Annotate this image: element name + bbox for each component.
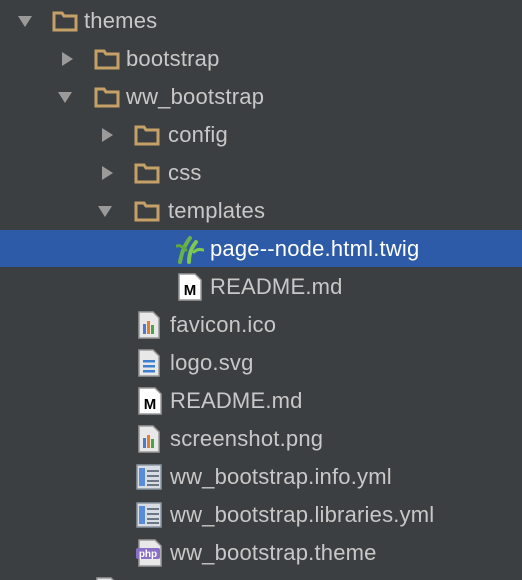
yml-file-icon [136, 502, 162, 528]
chevron-right-icon[interactable] [58, 50, 76, 68]
tree-item-label: bootstrap [126, 46, 220, 71]
yml-file-icon [136, 464, 162, 490]
folder-icon [52, 10, 78, 32]
markdown-file-icon: M [138, 387, 162, 415]
chevron-right-icon[interactable] [98, 126, 116, 144]
tree-item-info-yml[interactable]: ww_bootstrap.info.yml [0, 458, 522, 496]
tree-item-label: config [168, 122, 228, 147]
tree-item-label: ww_bootstrap.info.yml [170, 464, 392, 489]
folder-icon [94, 48, 120, 70]
markdown-file-icon: M [178, 273, 202, 301]
tree-item-label: screenshot.png [170, 426, 324, 451]
tree-item-label: README.md [210, 274, 343, 299]
tree-item-label: templates [168, 198, 266, 223]
text-file-icon [138, 349, 160, 377]
tree-item-label: logo.svg [170, 350, 254, 375]
chevron-right-icon[interactable] [98, 164, 116, 182]
tree-item-logo-svg[interactable]: logo.svg [0, 344, 522, 382]
tree-item-page-node-twig[interactable]: page--node.html.twig [0, 230, 522, 267]
tree-item-css[interactable]: css [0, 154, 522, 192]
project-tree: themes bootstrap ww_bootstrap config css… [0, 0, 522, 580]
svg-text:M: M [184, 282, 197, 299]
tree-item-theme[interactable]: php ww_bootstrap.theme [0, 534, 522, 572]
tree-item-templates[interactable]: templates [0, 192, 522, 230]
svg-text:php: php [139, 549, 157, 560]
tree-item-label: ww_bootstrap [126, 84, 265, 109]
svg-text:M: M [144, 396, 157, 413]
tree-item-favicon[interactable]: favicon.ico [0, 306, 522, 344]
chevron-down-icon[interactable] [56, 88, 74, 106]
chevron-down-icon[interactable] [96, 202, 114, 220]
chevron-down-icon[interactable] [16, 12, 34, 30]
tree-item-label: favicon.ico [170, 312, 277, 337]
tree-item-label: README.md [170, 388, 303, 413]
tree-item-libraries-yml[interactable]: ww_bootstrap.libraries.yml [0, 496, 522, 534]
folder-icon [94, 86, 120, 108]
tree-item-screenshot[interactable]: screenshot.png [0, 420, 522, 458]
tree-item-label: css [168, 160, 202, 185]
tree-item-bootstrap[interactable]: bootstrap [0, 40, 522, 78]
twig-file-icon [176, 234, 204, 264]
tree-item-readme[interactable]: M README.md [0, 382, 522, 420]
folder-icon [134, 162, 160, 184]
tree-item-config[interactable]: config [0, 116, 522, 154]
tree-item-label: page--node.html.twig [210, 235, 420, 261]
tree-item-partial [96, 572, 118, 580]
tree-item-readme-templates[interactable]: M README.md [0, 268, 522, 306]
tree-item-label: ww_bootstrap.theme [170, 540, 377, 565]
tree-item-themes[interactable]: themes [0, 2, 522, 40]
tree-item-ww-bootstrap[interactable]: ww_bootstrap [0, 78, 522, 116]
folder-icon [134, 124, 160, 146]
image-file-icon [138, 311, 160, 339]
folder-icon [134, 200, 160, 222]
tree-item-label: ww_bootstrap.libraries.yml [170, 502, 435, 527]
tree-item-label: themes [84, 8, 158, 33]
php-file-icon: php [136, 539, 164, 567]
image-file-icon [138, 425, 160, 453]
